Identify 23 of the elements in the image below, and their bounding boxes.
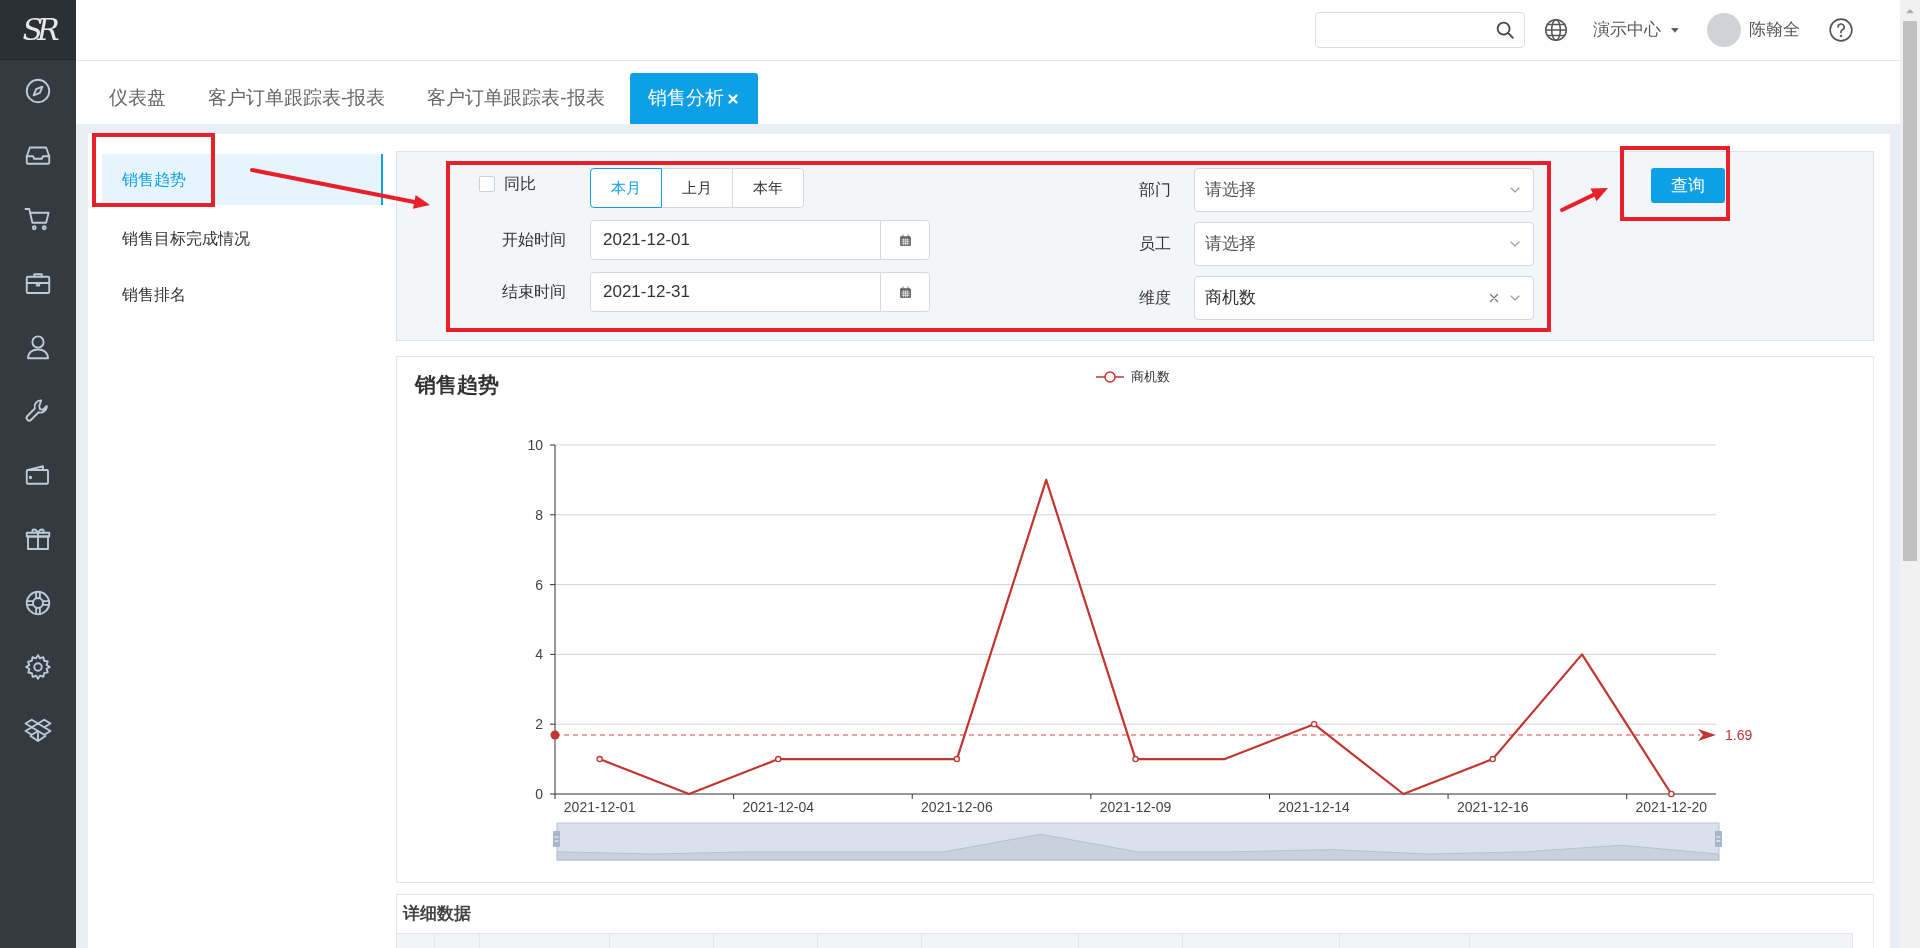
axis-label: 10 (527, 437, 543, 453)
checkbox-label: 同比 (504, 174, 536, 194)
logo: SR (22, 11, 54, 49)
field-label: 开始时间 (501, 230, 566, 250)
axis-label: 2021-12-09 (1099, 799, 1172, 815)
axis-label: 8 (535, 506, 543, 523)
field-label: 部门 (1138, 180, 1171, 200)
axis-label: 2021-12-20 (1635, 799, 1708, 815)
axis-label: 2021-12-16 (1456, 799, 1529, 815)
average-line-label: 1.69 (1725, 727, 1753, 743)
axis-label: 2 (535, 716, 543, 733)
axis-label: 2021-12-14 (1278, 799, 1350, 815)
field-label: 维度 (1138, 288, 1171, 308)
field-label: 结束时间 (501, 282, 566, 302)
chart-title: 销售趋势 (415, 371, 499, 398)
field-label: 员工 (1138, 234, 1171, 254)
axis-label: 0 (535, 786, 543, 802)
axis-label: 6 (535, 576, 543, 593)
axis-label: 2021-12-04 (742, 799, 815, 815)
section-title: 详细数据 (401, 903, 471, 926)
axis-label: 2021-12-06 (921, 799, 993, 815)
axis-label: 4 (535, 646, 543, 663)
axis-label: 2021-12-01 (563, 799, 636, 815)
